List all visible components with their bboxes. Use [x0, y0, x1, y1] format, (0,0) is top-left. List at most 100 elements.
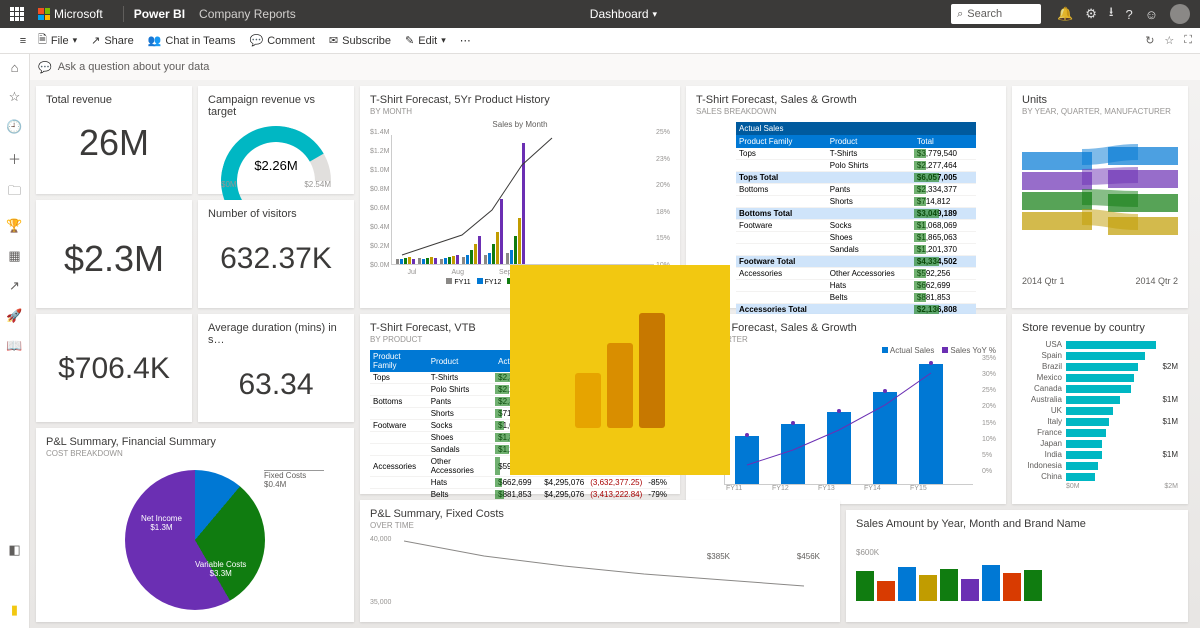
tile-campaign-gauge[interactable]: Campaign revenue vs target $2.26M $0M $2… [198, 86, 354, 194]
tile-sales-brand[interactable]: Sales Amount by Year, Month and Brand Na… [846, 510, 1188, 622]
tile-total-revenue[interactable]: Total revenue 26M [36, 86, 192, 194]
tile-title: T-Shirt Forecast, Sales & Growth [696, 322, 996, 334]
nav-rail: ⌂ ☆ 🕘 ＋ 🗀 🏆 ▦ ↗ 🚀 📖 ◧ ▮ [0, 54, 30, 628]
gauge-chart: $2.26M $0M $2.54M [221, 126, 331, 181]
nav-powerbi-icon[interactable]: ▮ [11, 602, 18, 618]
line-chart: 40,000 35,000 $385K $456K [370, 536, 830, 606]
nav-apps-icon[interactable]: ▦ [8, 248, 20, 264]
app-launcher-icon[interactable] [10, 7, 24, 21]
fullscreen-icon[interactable]: ⛶ [1184, 34, 1192, 47]
nav-deploy-icon[interactable]: 🚀 [6, 308, 22, 324]
search-input[interactable]: ⌕ Search [951, 4, 1041, 24]
tile-title: Total revenue [46, 94, 182, 106]
help-icon[interactable]: ? [1125, 7, 1132, 22]
share-icon: ↗ [91, 34, 100, 47]
tile-country-revenue[interactable]: Store revenue by country USASpainBrazil$… [1012, 314, 1188, 504]
menu-toggle-icon[interactable]: ≡ [8, 35, 38, 47]
workspace-name[interactable]: Company Reports [199, 7, 296, 21]
nav-create-icon[interactable]: ＋ [8, 149, 21, 168]
tile-title: Campaign revenue vs target [208, 94, 344, 118]
country-bar-chart: USASpainBrazil$2MMexicoCanadaAustralia$1… [1022, 340, 1178, 481]
tile-metric-2[interactable]: $2.3M [36, 200, 192, 308]
nav-goals-icon[interactable]: 🏆 [6, 218, 22, 234]
tile-title: Units [1022, 94, 1178, 106]
microsoft-logo: Microsoft [38, 7, 103, 21]
search-icon: ⌕ [957, 8, 963, 21]
notifications-icon[interactable]: 🔔 [1057, 6, 1073, 22]
axis-label: 2014 Qtr 1 [1022, 276, 1065, 286]
file-icon: 🗎 [38, 31, 47, 50]
chart-label: Sales by Month [370, 120, 670, 129]
kpi-value: 63.34 [208, 368, 344, 402]
pencil-icon: ✎ [405, 34, 414, 47]
qna-bar[interactable]: 💬 Ask a question about your data [30, 54, 1200, 80]
kpi-value: $706.4K [46, 352, 182, 386]
chart-legend: Actual Sales Sales YoY % [696, 346, 996, 355]
kpi-value: 26M [46, 122, 182, 164]
nav-workspaces-icon[interactable]: ◧ [8, 542, 20, 558]
favorite-star-icon[interactable]: ☆ [1164, 34, 1174, 47]
share-button[interactable]: ↗Share [91, 34, 134, 47]
tile-subtitle: COST BREAKDOWN [46, 449, 344, 458]
quarter-bar-chart [724, 365, 973, 485]
tile-title: P&L Summary, Fixed Costs [370, 508, 830, 520]
tile-sales-quarter[interactable]: T-Shirt Forecast, Sales & Growth BY QUAR… [686, 314, 1006, 504]
kpi-value: 632.37K [208, 242, 344, 276]
tile-subtitle: BY QUARTER [696, 335, 996, 344]
tile-title: Store revenue by country [1022, 322, 1178, 334]
axis-label: $600K [856, 548, 1178, 557]
nav-recent-icon[interactable]: 🕘 [6, 119, 22, 135]
tile-title: Number of visitors [208, 208, 344, 220]
global-header: Microsoft Power BI Company Reports Dashb… [0, 0, 1200, 28]
breakdown-table: Actual SalesProduct FamilyProductTotalTo… [736, 122, 976, 328]
tile-duration[interactable]: Average duration (mins) in s… 63.34 [198, 314, 354, 422]
tile-title: Average duration (mins) in s… [208, 322, 344, 346]
pie-chart: Net Income$1.3M Variable Costs$3.3M [125, 470, 265, 610]
chat-bubble-icon: 💬 [38, 61, 52, 74]
more-actions-icon[interactable]: ⋯ [460, 34, 471, 47]
comment-icon: 💬 [250, 34, 264, 47]
edit-menu[interactable]: ✎Edit▾ [405, 34, 446, 47]
axis-label: 2014 Qtr 2 [1135, 276, 1178, 286]
subscribe-button[interactable]: ✉Subscribe [329, 34, 391, 47]
nav-shared-icon[interactable]: ↗ [9, 278, 20, 294]
tile-title: T-Shirt Forecast, Sales & Growth [696, 94, 996, 106]
forecast-bar-chart [391, 135, 654, 265]
feedback-icon[interactable]: ☺ [1145, 7, 1158, 22]
chat-teams-button[interactable]: 👥Chat in Teams [148, 34, 236, 47]
user-avatar[interactable] [1170, 4, 1190, 24]
refresh-icon[interactable]: ↻ [1145, 34, 1154, 47]
product-name: Power BI [134, 7, 185, 21]
tile-title: P&L Summary, Financial Summary [46, 436, 344, 448]
tile-visitors[interactable]: Number of visitors 632.37K [198, 200, 354, 308]
powerbi-bars-icon [575, 313, 665, 428]
sankey-chart [1022, 122, 1178, 272]
tile-sales-breakdown[interactable]: T-Shirt Forecast, Sales & Growth SALES B… [686, 86, 1006, 308]
tile-title: Sales Amount by Year, Month and Brand Na… [856, 518, 1178, 530]
teams-icon: 👥 [148, 34, 162, 47]
view-switcher[interactable]: Dashboard▾ [590, 7, 657, 21]
nav-favorites-icon[interactable]: ☆ [9, 89, 21, 105]
file-menu[interactable]: 🗎File▾ [38, 31, 77, 50]
comment-button[interactable]: 💬Comment [250, 34, 315, 47]
command-bar: ≡ 🗎File▾ ↗Share 👥Chat in Teams 💬Comment … [0, 28, 1200, 54]
tile-subtitle: SALES BREAKDOWN [696, 107, 996, 116]
nav-learn-icon[interactable]: 📖 [6, 338, 22, 354]
powerbi-logo-overlay [510, 265, 730, 475]
tile-subtitle: BY YEAR, QUARTER, MANUFACTURER [1022, 107, 1178, 116]
settings-gear-icon[interactable]: ⚙ [1085, 6, 1097, 22]
chevron-down-icon: ▾ [653, 9, 658, 20]
nav-home-icon[interactable]: ⌂ [11, 60, 19, 75]
stacked-bar-chart [856, 561, 1178, 601]
tile-pl-fixed[interactable]: P&L Summary, Fixed Costs OVER TIME 40,00… [360, 500, 840, 622]
nav-datasets-icon[interactable]: 🗀 [8, 182, 21, 204]
tile-title: T-Shirt Forecast, 5Yr Product History [370, 94, 670, 106]
tile-subtitle: OVER TIME [370, 521, 830, 530]
kpi-value: $2.3M [46, 238, 182, 280]
mail-icon: ✉ [329, 34, 338, 47]
tile-units[interactable]: Units BY YEAR, QUARTER, MANUFACTURER 201… [1012, 86, 1188, 308]
download-icon[interactable]: ⭳ [1109, 3, 1114, 25]
tile-metric-3[interactable]: $706.4K [36, 314, 192, 422]
tile-pl-pie[interactable]: P&L Summary, Financial Summary COST BREA… [36, 428, 354, 622]
dashboard-canvas: Total revenue 26M $2.3M $706.4K Campaign… [30, 80, 1200, 628]
